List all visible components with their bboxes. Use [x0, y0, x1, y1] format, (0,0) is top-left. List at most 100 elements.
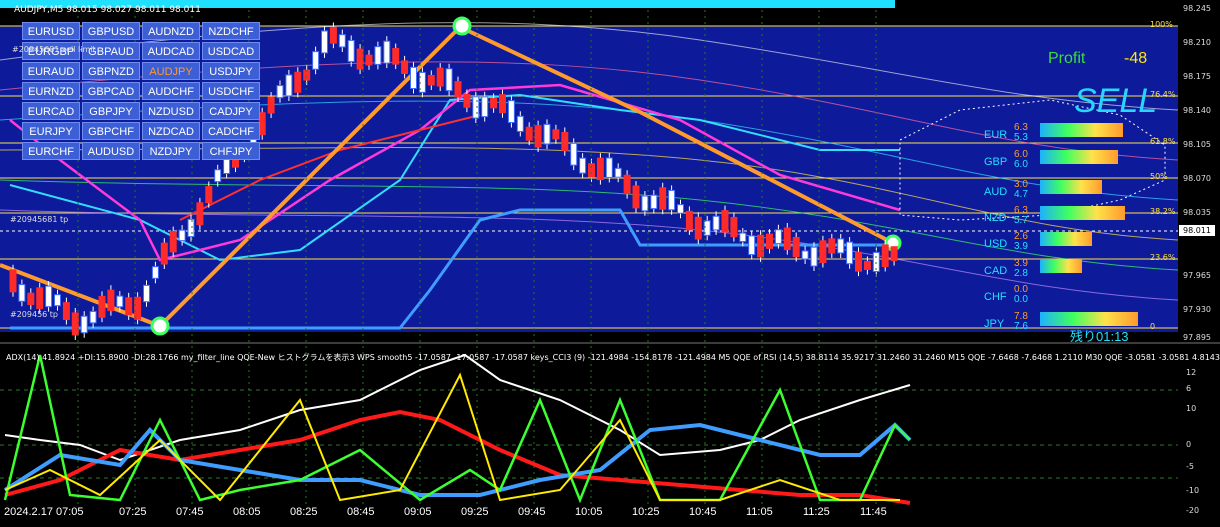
candle: [570, 142, 578, 166]
strength-bar: [1040, 150, 1118, 164]
time-label: 09:25: [461, 506, 489, 518]
strength-value-b: 6.0: [1014, 159, 1028, 170]
strength-value-b: 2.8: [1014, 268, 1028, 279]
pair-button-cadjpy[interactable]: CADJPY: [202, 102, 260, 120]
pair-button-nzdcad[interactable]: NZDCAD: [142, 122, 200, 140]
candle: [543, 123, 551, 145]
candle: [98, 295, 106, 318]
strength-value-b: 0.0: [1014, 294, 1028, 305]
strength-bar: [1040, 180, 1102, 194]
price-tick: 98.210: [1183, 38, 1211, 47]
candle: [392, 48, 400, 65]
zigzag-high-marker: [452, 16, 472, 36]
pair-button-gbpjpy[interactable]: GBPJPY: [82, 102, 140, 120]
fib-level-label: 76.4%: [1150, 90, 1176, 99]
candle: [143, 284, 150, 303]
candle: [721, 210, 729, 233]
indicator-axis-label: 6: [1186, 384, 1192, 393]
candle: [783, 227, 791, 251]
indicator-pane-bg: [0, 343, 1178, 527]
pair-button-nzdusd[interactable]: NZDUSD: [142, 102, 200, 120]
order-label: #20945681 tp: [10, 215, 69, 224]
symbol-header: AUDJPY,M5 98.015 98.027 98.011 98.011: [14, 5, 201, 15]
pair-button-eurnzd[interactable]: EURNZD: [22, 82, 80, 100]
strength-bar: [1040, 123, 1123, 137]
current-price-tag: 98.011: [1179, 225, 1215, 236]
pair-button-audcad[interactable]: AUDCAD: [142, 42, 200, 60]
pair-button-audchf[interactable]: AUDCHF: [142, 82, 200, 100]
price-tick: 98.245: [1183, 4, 1211, 13]
candle: [472, 96, 480, 119]
fib-level-label: 61.8%: [1150, 137, 1176, 146]
candle: [507, 100, 515, 124]
indicator-axis-label: 10: [1186, 404, 1197, 413]
price-tick: 98.070: [1183, 174, 1211, 183]
pair-button-eurusd[interactable]: EURUSD: [22, 22, 80, 40]
pair-button-nzdjpy[interactable]: NZDJPY: [142, 142, 200, 160]
pair-button-eurjpy[interactable]: EURJPY: [22, 122, 80, 140]
candle: [828, 238, 836, 254]
indicator-axis-label: -5: [1186, 462, 1194, 471]
pair-button-audnzd[interactable]: AUDNZD: [142, 22, 200, 40]
time-label: 08:45: [347, 506, 375, 518]
trade-signal: SELL: [1074, 82, 1158, 120]
pair-button-usdcad[interactable]: USDCAD: [202, 42, 260, 60]
candle: [641, 195, 649, 212]
pair-button-cadchf[interactable]: CADCHF: [202, 122, 260, 140]
candle: [499, 94, 506, 114]
candle: [178, 229, 186, 242]
candle: [748, 235, 756, 256]
pair-button-usdjpy[interactable]: USDJPY: [202, 62, 260, 80]
pair-button-eurcad[interactable]: EURCAD: [22, 102, 80, 120]
pair-button-gbpnzd[interactable]: GBPNZD: [82, 62, 140, 80]
candle: [774, 229, 782, 245]
pair-button-audjpy[interactable]: AUDJPY: [142, 62, 200, 80]
pair-button-gbpusd[interactable]: GBPUSD: [82, 22, 140, 40]
price-axis: 98.245 98.210 98.175 98.140 98.105 98.070 98.0…: [1178, 0, 1220, 343]
candle: [329, 26, 337, 44]
candle: [739, 232, 747, 242]
candle: [614, 167, 622, 178]
price-tick: 97.895: [1183, 333, 1211, 342]
candle: [605, 157, 613, 178]
pair-button-gbpchf[interactable]: GBPCHF: [82, 122, 140, 140]
strength-ccy-aud: AUD: [984, 186, 1008, 198]
pair-button-eurchf[interactable]: EURCHF: [22, 142, 80, 160]
pair-button-usdchf[interactable]: USDCHF: [202, 82, 260, 100]
price-tick: 97.965: [1183, 271, 1211, 280]
strength-ccy-chf: CHF: [984, 291, 1007, 303]
candle: [18, 284, 26, 302]
candle: [187, 218, 195, 238]
time-label: 2024.2.17 07:05: [4, 506, 84, 518]
candle: [659, 187, 667, 210]
candle: [365, 54, 373, 66]
pair-button-audusd[interactable]: AUDUSD: [82, 142, 140, 160]
candle: [650, 194, 658, 210]
strength-bar: [1040, 312, 1138, 326]
fib-level-label: 38.2%: [1150, 207, 1176, 216]
candle: [730, 216, 738, 238]
candle: [205, 186, 213, 204]
indicator-axis-label: 0: [1186, 440, 1192, 449]
time-label: 10:45: [689, 506, 717, 518]
pair-button-chfjpy[interactable]: CHFJPY: [202, 142, 260, 160]
candle: [516, 115, 524, 132]
pair-button-nzdchf[interactable]: NZDCHF: [202, 22, 260, 40]
candle: [107, 289, 115, 312]
candle: [588, 163, 595, 178]
candle: [196, 202, 204, 226]
strength-value-b: 4.7: [1014, 189, 1028, 200]
candle: [410, 66, 417, 89]
candle: [258, 112, 266, 136]
time-label: 11:05: [746, 506, 773, 518]
pair-button-gbpcad[interactable]: GBPCAD: [82, 82, 140, 100]
indicator-header: ADX(14) 41.8924 +DI:15.8900 -DI:28.1766 …: [6, 353, 1220, 362]
candle: [303, 69, 311, 81]
pair-button-euraud[interactable]: EURAUD: [22, 62, 80, 80]
strength-ccy-gbp: GBP: [984, 156, 1008, 168]
candle: [694, 216, 702, 240]
time-label: 11:25: [803, 506, 830, 518]
candle: [890, 246, 898, 262]
candle: [383, 40, 391, 64]
strength-value-b: 3.9: [1014, 241, 1028, 252]
